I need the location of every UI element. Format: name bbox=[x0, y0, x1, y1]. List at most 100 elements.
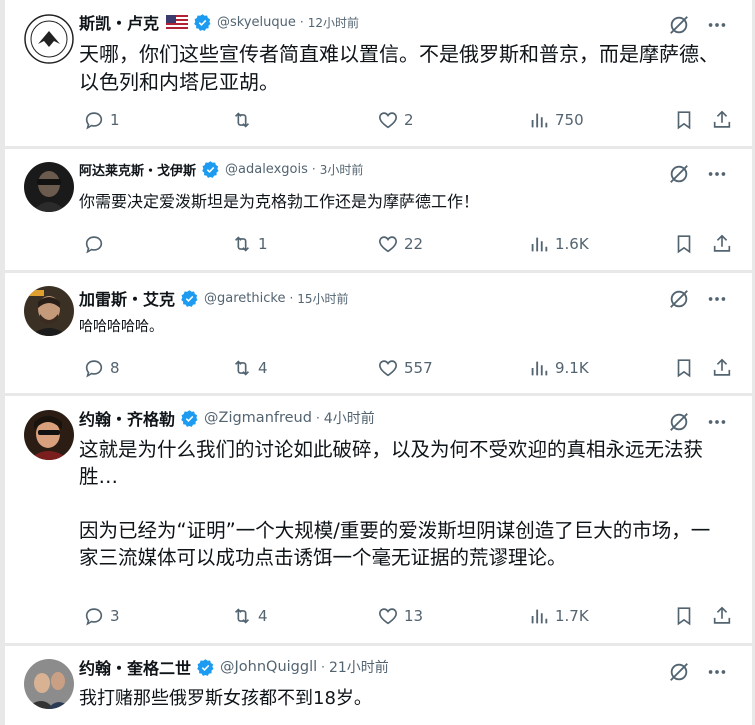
verified-badge-icon bbox=[181, 289, 198, 307]
tweet-actions: 3 4 13 1.7K bbox=[83, 603, 733, 629]
more-options-icon[interactable] bbox=[706, 163, 728, 185]
timestamp[interactable]: 21小时前 bbox=[329, 657, 389, 677]
like-button[interactable]: 557 bbox=[377, 355, 433, 381]
separator-dot: · bbox=[321, 660, 325, 674]
reply-button[interactable]: 8 bbox=[83, 355, 120, 381]
like-count: 2 bbox=[404, 111, 414, 129]
avatar[interactable] bbox=[24, 14, 74, 64]
retweet-count: 4 bbox=[258, 607, 268, 625]
tweet[interactable]: 约翰・齐格勒 @Zigmanfreud · 4小时前 这就是为什么我们的讨论如此… bbox=[5, 396, 752, 643]
bookmark-button[interactable] bbox=[673, 355, 695, 381]
avatar[interactable] bbox=[24, 659, 74, 709]
views-button[interactable]: 1.6K bbox=[528, 231, 589, 257]
separator-dot: · bbox=[289, 291, 294, 305]
display-name[interactable]: 加雷斯・艾克 bbox=[79, 286, 175, 310]
user-handle[interactable]: @Zigmanfreud bbox=[204, 410, 312, 426]
verified-badge-icon bbox=[181, 409, 198, 427]
tweet[interactable]: 阿达莱克斯・戈伊斯 @adalexgois · 3小时前 你需要决定爱泼斯坦是为… bbox=[5, 149, 752, 270]
tweet-paragraph: 因为已经为“证明”一个大规模/重要的爱泼斯坦阴谋创造了巨大的市场，一家三流媒体可… bbox=[79, 519, 711, 569]
retweet-count: 1 bbox=[258, 235, 268, 253]
views-button[interactable]: 1.7K bbox=[528, 603, 589, 629]
views-button[interactable]: 750 bbox=[528, 107, 584, 133]
view-count: 1.7K bbox=[555, 607, 589, 625]
retweet-button[interactable]: 1 bbox=[231, 231, 268, 257]
display-name[interactable]: 约翰・齐格勒 bbox=[79, 406, 175, 430]
timestamp[interactable]: 15小时前 bbox=[297, 290, 348, 307]
display-name[interactable]: 阿达莱克斯・戈伊斯 bbox=[79, 160, 196, 179]
tweet[interactable]: 斯凯・卢克 @skyeluque · 12小时前 天哪，你们这些宣传者简直难以置… bbox=[5, 0, 752, 146]
user-handle[interactable]: @adalexgois bbox=[225, 162, 308, 177]
reply-feed: 斯凯・卢克 @skyeluque · 12小时前 天哪，你们这些宣传者简直难以置… bbox=[0, 0, 755, 725]
reply-button[interactable]: 1 bbox=[83, 107, 120, 133]
tweet-top-actions bbox=[668, 288, 728, 310]
grok-icon[interactable] bbox=[668, 288, 690, 310]
grok-icon[interactable] bbox=[668, 163, 690, 185]
verified-badge-icon bbox=[194, 13, 211, 31]
retweet-icon bbox=[234, 360, 250, 376]
more-options-icon[interactable] bbox=[706, 411, 728, 433]
display-name[interactable]: 约翰・奎格二世 bbox=[79, 655, 191, 679]
retweet-button[interactable]: 4 bbox=[231, 603, 268, 629]
avatar[interactable] bbox=[24, 410, 74, 460]
bookmark-button[interactable] bbox=[673, 231, 695, 257]
tweet-header: 加雷斯・艾克 @garethicke · 15小时前 bbox=[79, 287, 349, 309]
bookmark-icon bbox=[677, 607, 691, 626]
view-count: 1.6K bbox=[555, 235, 589, 253]
grok-icon[interactable] bbox=[668, 411, 690, 433]
tweet-text: 你需要决定爱泼斯坦是为克格勃工作还是为摩萨德工作！ bbox=[79, 192, 480, 211]
tweet-text: 我打赌那些俄罗斯女孩都不到18岁。 bbox=[79, 688, 372, 709]
like-button[interactable]: 22 bbox=[377, 231, 423, 257]
share-button[interactable] bbox=[711, 231, 733, 257]
reply-button[interactable] bbox=[83, 231, 110, 257]
bookmark-button[interactable] bbox=[673, 107, 695, 133]
view-count: 750 bbox=[555, 111, 584, 129]
tweet-top-actions bbox=[668, 163, 728, 185]
more-options-icon[interactable] bbox=[706, 661, 728, 683]
tweet[interactable]: 约翰・奎格二世 @JohnQuiggll · 21小时前 我打赌那些俄罗斯女孩都… bbox=[5, 646, 752, 725]
tweet-header: 约翰・齐格勒 @Zigmanfreud · 4小时前 bbox=[79, 407, 375, 429]
bookmark-icon bbox=[677, 235, 691, 254]
tweet[interactable]: 加雷斯・艾克 @garethicke · 15小时前 哈哈哈哈哈。 8 4 55… bbox=[5, 273, 752, 393]
bookmark-button[interactable] bbox=[673, 603, 695, 629]
tweet-paragraph: 这就是为什么我们的讨论如此破碎，以及为何不受欢迎的真相永远无法获胜… bbox=[79, 438, 704, 488]
avatar[interactable] bbox=[24, 286, 74, 336]
analytics-icon bbox=[531, 113, 548, 128]
like-button[interactable]: 2 bbox=[377, 107, 414, 133]
retweet-button[interactable] bbox=[231, 107, 258, 133]
retweet-count: 4 bbox=[258, 359, 268, 377]
display-name[interactable]: 斯凯・卢克 bbox=[79, 10, 159, 34]
user-handle[interactable]: @garethicke bbox=[204, 291, 285, 306]
heart-icon bbox=[379, 112, 397, 129]
avatar[interactable] bbox=[24, 162, 74, 212]
view-count: 9.1K bbox=[555, 359, 589, 377]
grok-icon[interactable] bbox=[668, 661, 690, 683]
share-icon bbox=[713, 606, 731, 624]
heart-icon bbox=[379, 360, 397, 377]
user-handle[interactable]: @JohnQuiggll bbox=[220, 659, 317, 675]
share-button[interactable] bbox=[711, 355, 733, 381]
more-options-icon[interactable] bbox=[706, 14, 728, 36]
share-button[interactable] bbox=[711, 603, 733, 629]
reply-count: 8 bbox=[110, 359, 120, 377]
timestamp[interactable]: 4小时前 bbox=[324, 408, 375, 428]
share-icon bbox=[713, 358, 731, 376]
separator-dot: · bbox=[299, 15, 304, 29]
separator-dot: · bbox=[315, 411, 320, 425]
bookmark-icon bbox=[677, 359, 691, 378]
us-flag-icon bbox=[166, 14, 189, 30]
share-button[interactable] bbox=[711, 107, 733, 133]
timestamp[interactable]: 12小时前 bbox=[308, 14, 359, 31]
more-options-icon[interactable] bbox=[706, 288, 728, 310]
separator-dot: · bbox=[311, 162, 316, 176]
timestamp[interactable]: 3小时前 bbox=[320, 161, 364, 178]
like-count: 13 bbox=[404, 607, 424, 625]
user-handle[interactable]: @skyeluque bbox=[217, 15, 296, 30]
grok-icon[interactable] bbox=[668, 14, 690, 36]
tweet-header: 斯凯・卢克 @skyeluque · 12小时前 bbox=[79, 11, 359, 33]
views-button[interactable]: 9.1K bbox=[528, 355, 589, 381]
like-button[interactable]: 13 bbox=[377, 603, 423, 629]
tweet-text: 哈哈哈哈哈。 bbox=[79, 319, 163, 335]
tweet-header: 阿达莱克斯・戈伊斯 @adalexgois · 3小时前 bbox=[79, 158, 363, 180]
retweet-button[interactable]: 4 bbox=[231, 355, 268, 381]
reply-button[interactable]: 3 bbox=[83, 603, 120, 629]
